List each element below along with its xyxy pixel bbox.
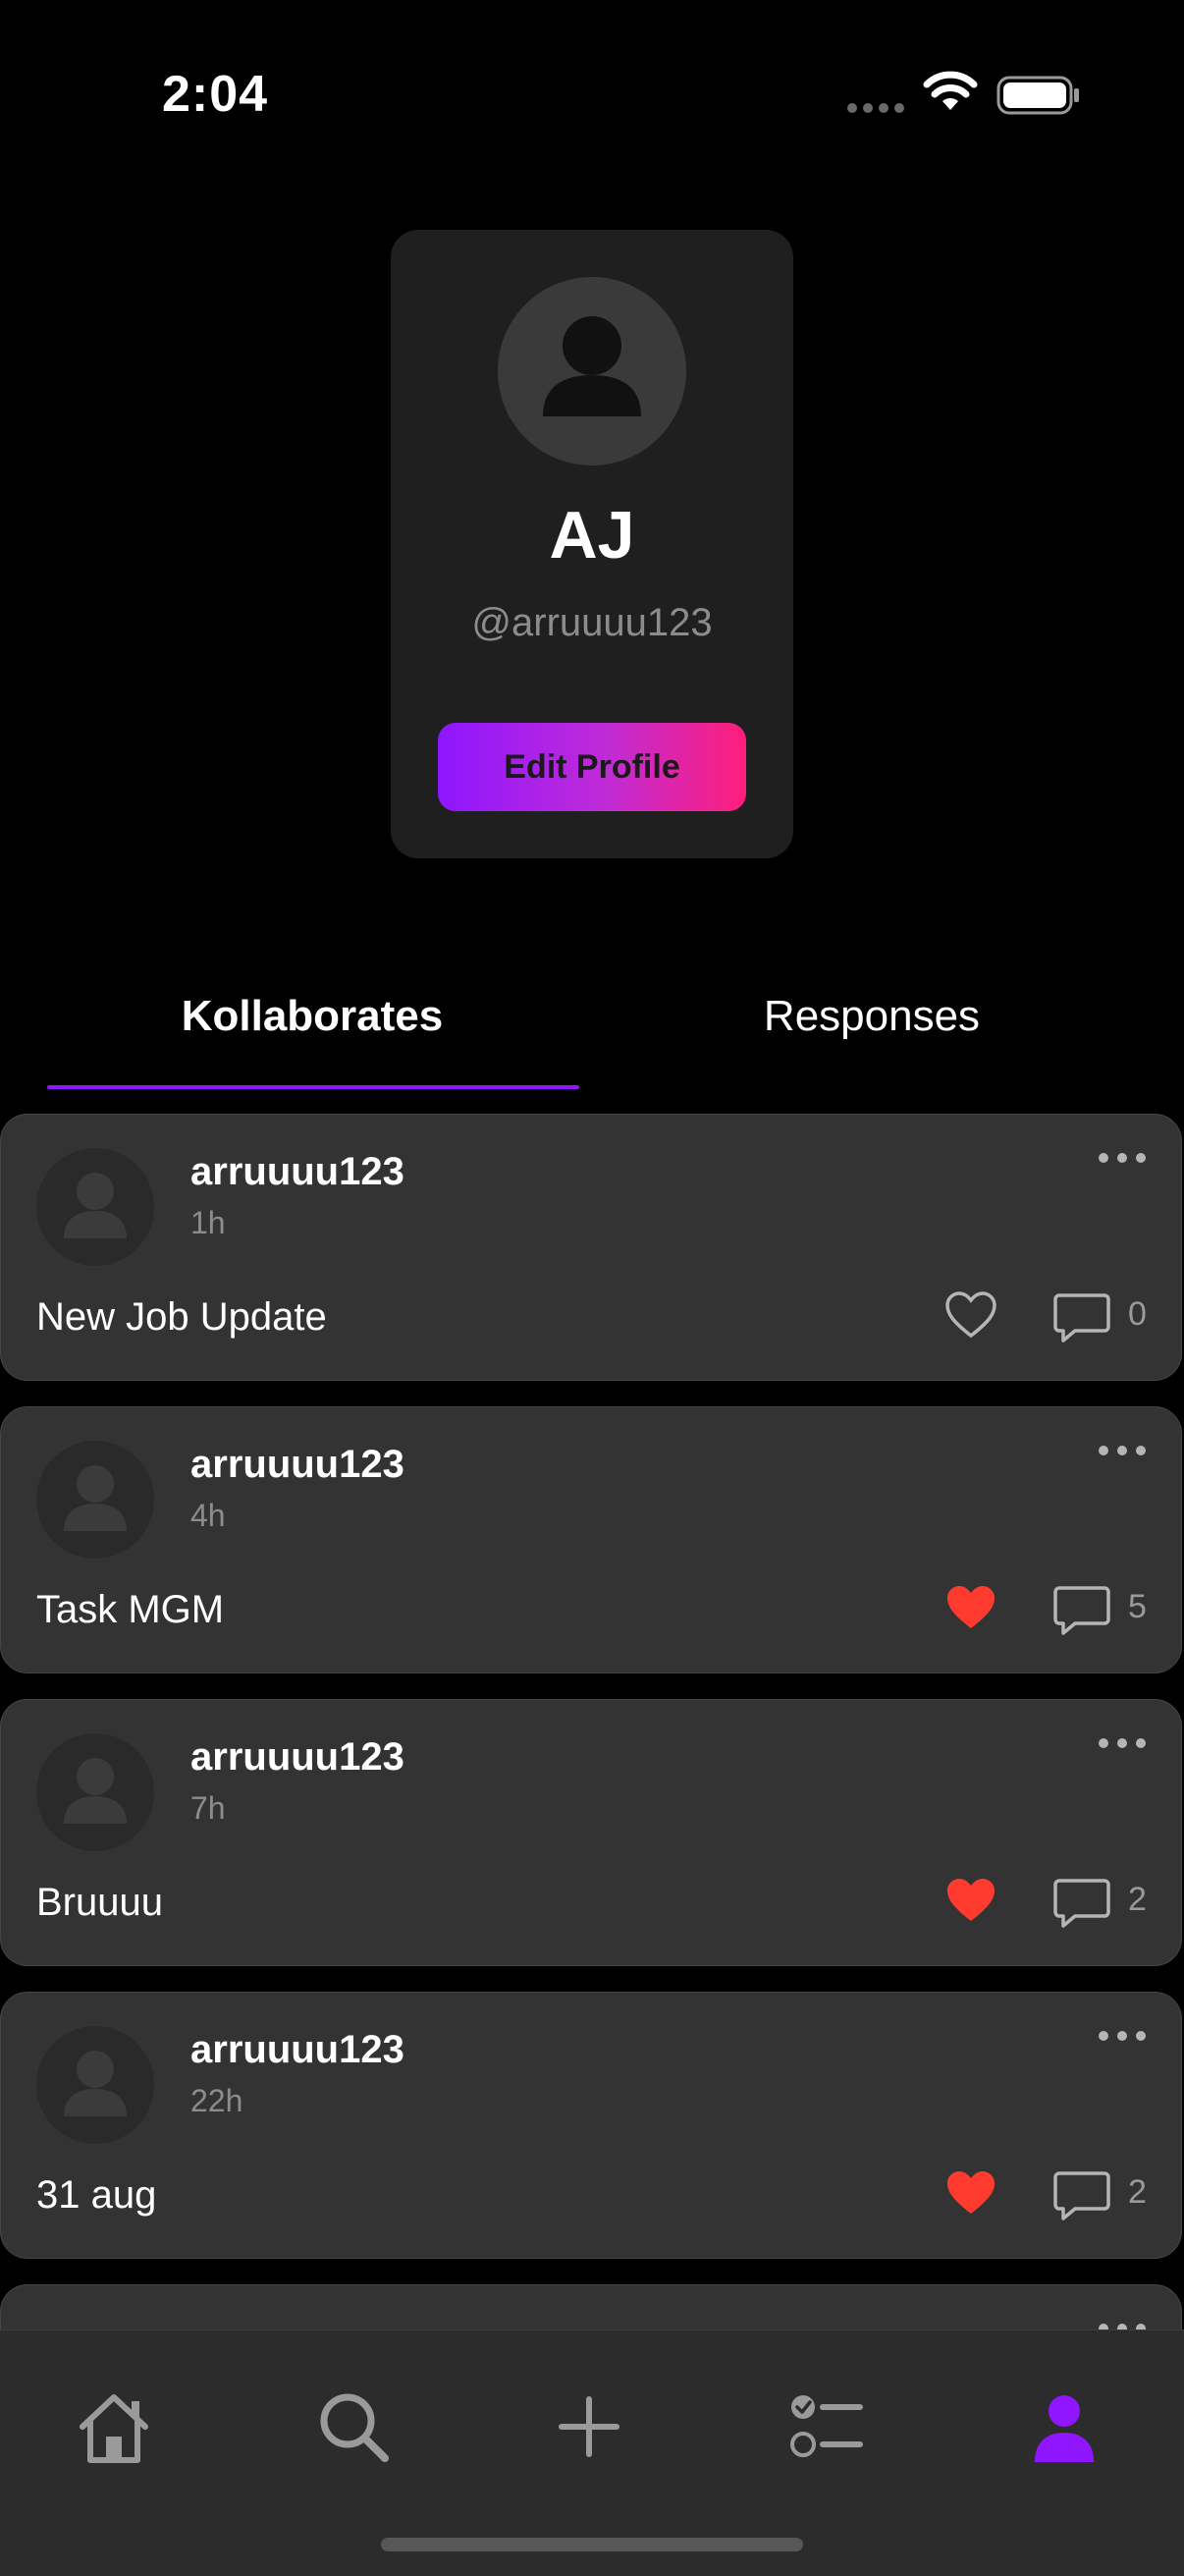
profile-icon[interactable] [1025,2387,1103,2466]
avatar[interactable] [36,1733,154,1851]
post-timestamp: 22h [190,2083,243,2118]
post-username[interactable]: arruuuu123 [190,1443,404,1487]
comment-count: 2 [1128,2173,1147,2211]
search-icon[interactable] [314,2387,393,2466]
more-options-icon[interactable] [1098,1152,1147,1164]
post-text: Task MGM [36,1588,225,1631]
comment-icon[interactable] [1053,1877,1110,1930]
home-indicator [381,2538,803,2551]
heart-filled-icon[interactable] [943,1875,998,1926]
more-options-icon[interactable] [1098,1737,1147,1749]
post-timestamp: 1h [190,1205,226,1240]
avatar[interactable] [36,1148,154,1266]
avatar[interactable] [36,2026,154,2144]
post-timestamp: 4h [190,1498,226,1533]
more-options-icon[interactable] [1098,1445,1147,1456]
status-bar: 2:04 [0,0,1184,187]
post-username[interactable]: arruuuu123 [190,1735,404,1780]
status-time: 2:04 [162,66,269,123]
person-silhouette-icon [64,1465,127,1531]
post-timestamp: 7h [190,1790,226,1826]
comment-count: 0 [1128,1295,1147,1333]
heart-filled-icon[interactable] [943,2167,998,2219]
profile-handle: @arruuuu123 [471,601,713,644]
person-silhouette-icon [543,316,641,416]
post-username[interactable]: arruuuu123 [190,1150,404,1194]
more-options-icon[interactable] [1098,2323,1147,2329]
plus-icon[interactable] [550,2387,628,2466]
post-text: New Job Update [36,1295,327,1339]
person-silhouette-icon [64,1758,127,1824]
post-text: 31 aug [36,2173,157,2217]
comment-icon[interactable] [1053,2169,1110,2222]
profile-card: AJ @arruuuu123 Edit Profile [391,230,793,858]
avatar[interactable] [498,277,686,466]
post-feed[interactable]: arruuuu123 1h New Job Update 0 arruuuu12… [0,1114,1184,2329]
post-card[interactable] [0,2284,1182,2329]
signal-dots-icon [847,103,904,113]
post-card[interactable]: arruuuu123 7h Bruuuu 2 [0,1699,1182,1966]
tab-responses[interactable]: Responses [607,992,1137,1041]
profile-name: AJ [549,498,635,573]
person-silhouette-icon [64,1173,127,1238]
comment-icon[interactable] [1053,1291,1110,1344]
post-card[interactable]: arruuuu123 22h 31 aug 2 [0,1992,1182,2259]
post-card[interactable]: arruuuu123 4h Task MGM 5 [0,1406,1182,1673]
comment-count: 5 [1128,1588,1147,1625]
post-text: Bruuuu [36,1881,163,1924]
wifi-icon [923,71,978,110]
post-card[interactable]: arruuuu123 1h New Job Update 0 [0,1114,1182,1381]
person-silhouette-icon [64,2051,127,2116]
heart-outline-icon[interactable] [943,1289,998,1341]
edit-profile-button[interactable]: Edit Profile [438,723,746,811]
heart-filled-icon[interactable] [943,1582,998,1633]
tasks-list-icon[interactable] [785,2387,864,2466]
avatar[interactable] [36,1441,154,1559]
home-icon[interactable] [75,2387,153,2466]
active-tab-indicator [47,1085,579,1089]
battery-icon [996,76,1079,115]
comment-count: 2 [1128,1881,1147,1918]
tab-kollaborates[interactable]: Kollaborates [47,992,577,1041]
post-username[interactable]: arruuuu123 [190,2028,404,2072]
more-options-icon[interactable] [1098,2030,1147,2042]
comment-icon[interactable] [1053,1584,1110,1637]
